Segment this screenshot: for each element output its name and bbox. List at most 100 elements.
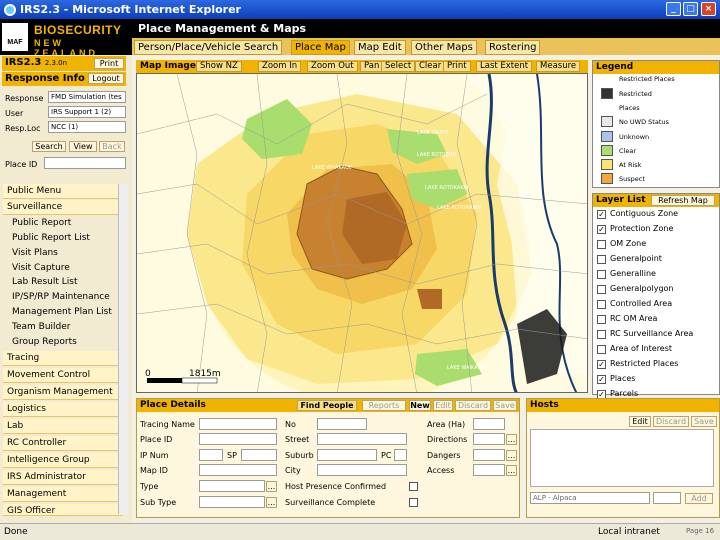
place-id-detail-field[interactable]	[199, 433, 277, 445]
layer-checkbox[interactable]	[597, 300, 606, 309]
map-canvas[interactable]: 0 1815m LAKE TAUPO LAKE WHAKAUE LAKE ROT…	[136, 73, 588, 393]
discard-button[interactable]: Discard	[455, 400, 491, 411]
menu-logistics[interactable]: Logistics	[3, 402, 123, 417]
hosts-list[interactable]	[530, 429, 714, 487]
menu-lab-result-list[interactable]: Lab Result List	[12, 277, 122, 287]
menu-public-report-list[interactable]: Public Report List	[12, 233, 122, 243]
minimize-button[interactable]: _	[666, 2, 681, 16]
reports-button[interactable]: Reports	[362, 400, 406, 411]
directions-lookup-button[interactable]: ...	[506, 434, 517, 445]
dangers-lookup-button[interactable]: ...	[506, 450, 517, 461]
sub-type-field[interactable]	[199, 496, 265, 508]
back-button[interactable]: Back	[99, 141, 125, 152]
hosts-discard-button[interactable]: Discard	[653, 416, 689, 427]
hosts-edit-button[interactable]: Edit	[629, 416, 651, 427]
menu-lab[interactable]: Lab	[3, 419, 123, 434]
view-button[interactable]: View	[69, 141, 97, 152]
menu-management[interactable]: Management	[3, 487, 123, 502]
print-button[interactable]: Print	[94, 58, 124, 69]
clear-button[interactable]: Clear	[415, 61, 446, 72]
layer-checkbox[interactable]: ✓	[597, 375, 606, 384]
layer-checkbox[interactable]: ✓	[597, 360, 606, 369]
sp-label: SP	[227, 451, 237, 460]
sub-type-lookup-button[interactable]: ...	[266, 497, 277, 508]
host-type-select[interactable]: ALP - Alpaca	[530, 492, 650, 504]
city-field[interactable]	[317, 464, 407, 476]
maximize-button[interactable]: □	[683, 2, 698, 16]
resploc-label: Resp.Loc	[5, 124, 41, 133]
pan-button[interactable]: Pan	[360, 61, 384, 72]
host-count-field[interactable]	[653, 492, 681, 504]
layer-checkbox[interactable]	[597, 345, 606, 354]
menu-public-report[interactable]: Public Report	[12, 218, 122, 228]
ip-num-field[interactable]	[199, 449, 223, 461]
zoom-out-button[interactable]: Zoom Out	[307, 61, 358, 72]
menu-irs-administrator[interactable]: IRS Administrator	[3, 470, 123, 485]
response-field[interactable]: FMD Simulation (tes	[48, 91, 126, 103]
zoom-in-button[interactable]: Zoom In	[258, 61, 302, 72]
logout-button[interactable]: Logout	[88, 73, 124, 84]
type-lookup-button[interactable]: ...	[266, 481, 277, 492]
user-field[interactable]: IRS Support 1 (2)	[48, 106, 126, 118]
left-scrollbar[interactable]	[118, 184, 128, 514]
layer-checkbox[interactable]	[597, 315, 606, 324]
menu-visit-plans[interactable]: Visit Plans	[12, 248, 122, 258]
layer-checkbox[interactable]	[597, 330, 606, 339]
no-field[interactable]	[317, 418, 367, 430]
layer-checkbox[interactable]	[597, 270, 606, 279]
menu-organism-management[interactable]: Organism Management	[3, 385, 123, 400]
menu-movement-control[interactable]: Movement Control	[3, 368, 123, 383]
map-id-field[interactable]	[199, 464, 277, 476]
host-add-button[interactable]: Add	[685, 493, 713, 504]
access-lookup-button[interactable]: ...	[506, 465, 517, 476]
menu-management-plan-list[interactable]: Management Plan List	[12, 307, 122, 317]
edit-button[interactable]: Edit	[433, 400, 453, 411]
print-map-button[interactable]: Print	[443, 61, 471, 72]
find-people-button[interactable]: Find People	[297, 400, 357, 411]
menu-public-menu[interactable]: Public Menu	[3, 184, 123, 199]
place-id-field[interactable]	[44, 157, 126, 169]
menu-ip-sp-rp[interactable]: IP/SP/RP Maintenance	[12, 292, 122, 302]
layer-checkbox[interactable]	[597, 285, 606, 294]
menu-gis-officer[interactable]: GIS Officer	[3, 504, 123, 516]
type-field[interactable]	[199, 480, 265, 492]
menu-group-reports[interactable]: Group Reports	[12, 337, 122, 347]
close-button[interactable]: ×	[701, 2, 716, 16]
new-button[interactable]: New	[409, 400, 431, 411]
search-button[interactable]: Search	[32, 141, 66, 152]
menu-tracing[interactable]: Tracing	[3, 351, 123, 366]
layer-checkbox[interactable]	[597, 240, 606, 249]
resploc-field[interactable]: NCC (1)	[48, 121, 126, 133]
area-field[interactable]	[473, 418, 505, 430]
measure-button[interactable]: Measure	[536, 61, 581, 72]
directions-field[interactable]	[473, 433, 505, 445]
surveillance-complete-checkbox[interactable]	[409, 498, 418, 507]
tab-rostering[interactable]: Rostering	[485, 40, 541, 55]
tab-map-edit[interactable]: Map Edit	[354, 40, 406, 55]
last-extent-button[interactable]: Last Extent	[476, 61, 533, 72]
street-field[interactable]	[317, 433, 407, 445]
tab-other-maps[interactable]: Other Maps	[411, 40, 477, 55]
menu-rc-controller[interactable]: RC Controller	[3, 436, 123, 451]
tab-place-map[interactable]: Place Map	[291, 40, 350, 55]
show-nz-button[interactable]: Show NZ	[196, 61, 242, 72]
refresh-map-button[interactable]: Refresh Map	[651, 195, 715, 206]
access-field[interactable]	[473, 464, 505, 476]
sp-field[interactable]	[241, 449, 277, 461]
tracing-name-field[interactable]	[199, 418, 277, 430]
pc-field[interactable]	[394, 449, 407, 461]
layer-checkbox[interactable]	[597, 255, 606, 264]
layer-checkbox[interactable]: ✓	[597, 210, 606, 219]
menu-intelligence-group[interactable]: Intelligence Group	[3, 453, 123, 468]
tab-person-search[interactable]: Person/Place/Vehicle Search	[134, 40, 283, 55]
menu-team-builder[interactable]: Team Builder	[12, 322, 122, 332]
suburb-field[interactable]	[317, 449, 377, 461]
save-button[interactable]: Save	[493, 400, 517, 411]
select-button[interactable]: Select	[381, 61, 416, 72]
host-presence-checkbox[interactable]	[409, 482, 418, 491]
dangers-field[interactable]	[473, 449, 505, 461]
menu-surveillance[interactable]: Surveillance	[3, 200, 123, 215]
menu-visit-capture[interactable]: Visit Capture	[12, 263, 122, 273]
layer-checkbox[interactable]: ✓	[597, 225, 606, 234]
hosts-save-button[interactable]: Save	[691, 416, 717, 427]
